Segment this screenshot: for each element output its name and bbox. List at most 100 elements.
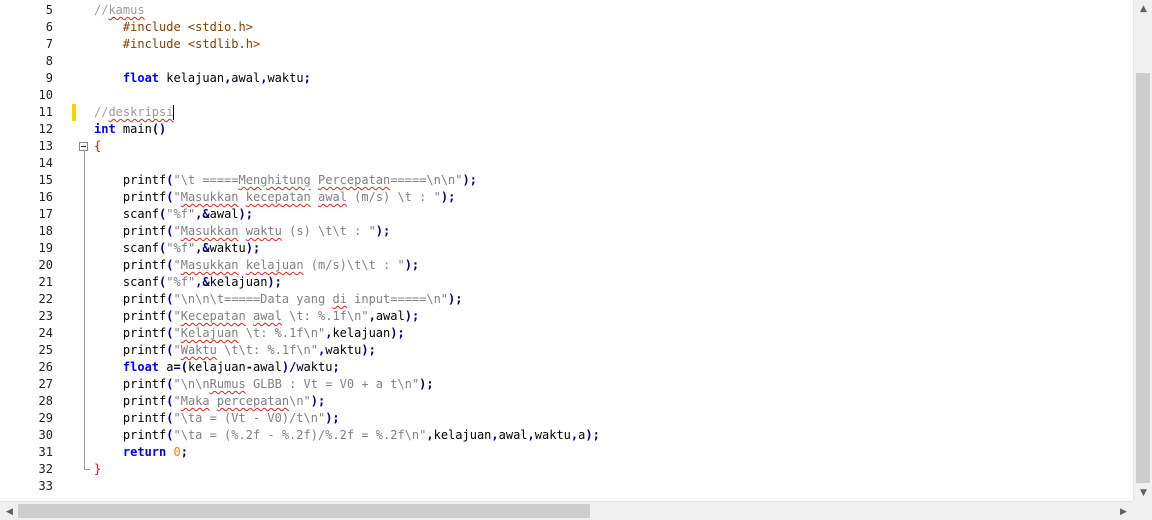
code-line[interactable]: printf("\ta = (%.2f - %.2f)/%.2f = %.2f\…	[94, 427, 600, 444]
code-token: deskripsi	[108, 105, 174, 119]
code-line[interactable]: #include <stdio.h>	[94, 19, 253, 36]
code-token: ,&	[195, 275, 210, 289]
code-token: Masukkan	[180, 224, 239, 238]
code-line[interactable]: float kelajuan,awal,waktu;	[94, 70, 311, 87]
code-line[interactable]: //kamus	[94, 2, 145, 19]
scroll-up-arrow-icon[interactable]: ▲	[1134, 0, 1152, 17]
code-line[interactable]: printf("Masukkan kecepatan awal (m/s) \t…	[94, 189, 455, 206]
code-line[interactable]: return 0;	[94, 444, 188, 461]
code-token: waktu	[209, 241, 246, 255]
code-line[interactable]: printf("Waktu \t\t: %.1f\n",waktu);	[94, 342, 376, 359]
code-token: int	[94, 122, 116, 136]
horizontal-scrollbar[interactable]: ◀ ▶	[0, 501, 1133, 520]
code-line[interactable]: #include <stdlib.h>	[94, 36, 260, 53]
code-token: float	[122, 71, 160, 85]
code-token: scanf	[94, 275, 160, 289]
code-line[interactable]: printf("\n\nRumus GLBB : Vt = V0 + a t\n…	[94, 376, 434, 393]
scroll-left-arrow-icon[interactable]: ◀	[0, 503, 19, 520]
code-token: ,	[491, 428, 499, 442]
code-token: )/	[281, 360, 297, 374]
code-line[interactable]: printf("\n\n\t=====Data yang di input===…	[94, 291, 463, 308]
code-token: percepatan	[216, 394, 290, 408]
code-line[interactable]: printf("Kelajuan \t: %.1f\n",kelajuan);	[94, 325, 405, 342]
code-token: float	[122, 360, 160, 374]
code-line[interactable]: printf("Kecepatan awal \t: %.1f\n",awal)…	[94, 308, 419, 325]
line-number: 12	[38, 122, 53, 136]
code-token: "\ta = (Vt - V0)/t\n"	[173, 411, 326, 425]
code-token: a	[159, 360, 174, 374]
code-token: "	[173, 326, 181, 340]
line-number: 20	[38, 258, 53, 272]
code-token: kelajuan	[159, 71, 225, 85]
code-token: main	[115, 122, 152, 136]
code-token: );	[440, 190, 456, 204]
code-token: );	[238, 207, 253, 221]
code-line[interactable]: scanf("%f",&waktu);	[94, 240, 260, 257]
line-number: 25	[38, 343, 53, 357]
code-token: //	[94, 105, 109, 119]
line-number: 10	[38, 88, 53, 102]
code-line[interactable]: printf("\ta = (Vt - V0)/t\n");	[94, 410, 340, 427]
code-token: printf	[94, 326, 167, 340]
change-marker	[72, 104, 76, 121]
code-token: printf	[94, 377, 167, 391]
code-line[interactable]: {	[94, 138, 101, 155]
code-line[interactable]: scanf("%f",&awal);	[94, 206, 253, 223]
code-token: -	[245, 360, 253, 374]
code-token: kelajuan	[433, 428, 492, 442]
line-number: 29	[38, 411, 53, 425]
code-token: input=====\n"	[346, 292, 449, 306]
line-number: 13	[38, 139, 53, 153]
line-number: 30	[38, 428, 53, 442]
code-token: printf	[94, 343, 167, 357]
vertical-scroll-thumb[interactable]	[1136, 73, 1150, 483]
fold-toggle-icon[interactable]	[79, 142, 88, 151]
code-token: Rumus	[209, 377, 246, 391]
code-line[interactable]: //deskripsi	[94, 104, 173, 121]
code-token: 0	[173, 445, 181, 459]
code-line[interactable]: printf("\t =====Menghitung Percepatan===…	[94, 172, 477, 189]
scroll-down-arrow-icon[interactable]: ▼	[1134, 484, 1152, 501]
code-token: {	[94, 139, 102, 153]
code-line[interactable]: printf("Masukkan waktu (s) \t\t : ");	[94, 223, 390, 240]
code-token: ,	[426, 428, 434, 442]
code-token: "%f"	[166, 207, 196, 221]
code-token: );	[267, 275, 282, 289]
code-line[interactable]: scanf("%f",&kelajuan);	[94, 274, 282, 291]
scroll-right-arrow-icon[interactable]: ▶	[1114, 503, 1133, 520]
horizontal-scroll-thumb[interactable]	[18, 504, 590, 518]
code-token: ,&	[195, 241, 210, 255]
code-token: "%f"	[166, 275, 196, 289]
line-number: 5	[45, 3, 53, 17]
code-token: );	[390, 326, 405, 340]
code-editor[interactable]: 5 6 7 8 9 10 11 12 13 14 15 16 17 18 19 20 21 22 23 24 25 26 2…	[0, 0, 1133, 501]
code-token: printf	[94, 173, 167, 187]
code-line[interactable]: }	[94, 461, 101, 478]
code-token: Kelajuan	[180, 326, 239, 340]
code-token: );	[462, 173, 477, 187]
vertical-scrollbar[interactable]: ▲ ▼	[1133, 0, 1152, 501]
line-number: 9	[45, 71, 53, 85]
line-number: 22	[38, 292, 53, 306]
code-token: printf	[94, 309, 167, 323]
text-caret	[173, 105, 175, 120]
code-token: printf	[94, 394, 167, 408]
code-line[interactable]: int main()	[94, 121, 166, 138]
code-line[interactable]: printf("Masukkan kelajuan (m/s)\t\t : ")…	[94, 257, 419, 274]
line-number: 18	[38, 224, 53, 238]
code-token: printf	[94, 258, 167, 272]
line-number: 19	[38, 241, 53, 255]
code-token: =====\n\n"	[390, 173, 463, 187]
fold-guide-line	[84, 151, 85, 469]
code-token: );	[404, 258, 420, 272]
code-line[interactable]: printf("Maka percepatan\n");	[94, 393, 325, 410]
code-token: waktu	[296, 360, 333, 374]
code-line[interactable]: float a=(kelajuan-awal)/waktu;	[94, 359, 340, 376]
line-number: 26	[38, 360, 53, 374]
line-number: 8	[45, 54, 53, 68]
